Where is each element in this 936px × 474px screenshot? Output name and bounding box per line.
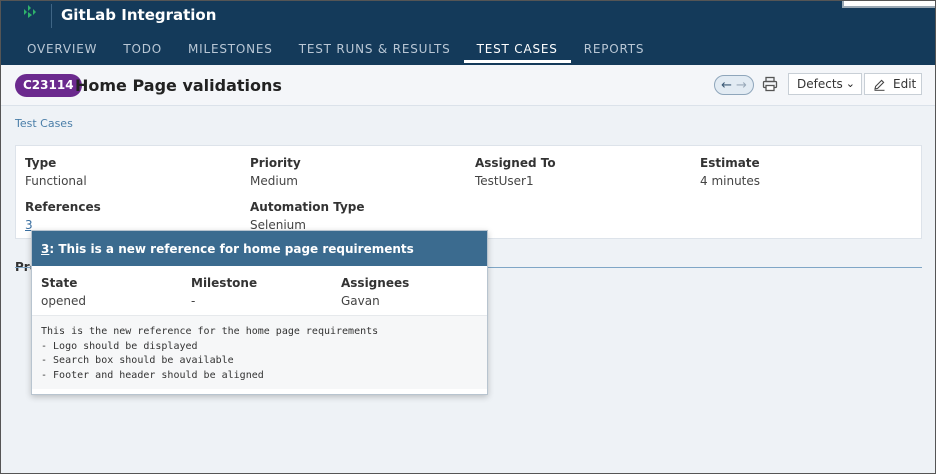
assignees-value: Gavan (341, 294, 380, 308)
tab-milestones[interactable]: MILESTONES (175, 36, 286, 65)
popover-title: 3: This is a new reference for home page… (41, 242, 414, 256)
assigned-to-value: TestUser1 (475, 174, 534, 188)
type-value: Functional (25, 174, 87, 188)
assignees-label: Assignees (341, 276, 410, 290)
tab-test-runs-results[interactable]: TEST RUNS & RESULTS (286, 36, 464, 65)
brand-divider (51, 4, 52, 28)
defects-dropdown[interactable]: Defects ⌄ (788, 73, 862, 95)
pencil-icon (874, 79, 885, 91)
description-line: This is the new reference for the home p… (41, 326, 379, 337)
automation-type-label: Automation Type (250, 200, 365, 214)
references-label: References (25, 200, 101, 214)
type-label: Type (25, 156, 57, 170)
milestone-label: Milestone (191, 276, 258, 290)
case-details-card: Type Functional Priority Medium Assigned… (15, 145, 922, 239)
estimate-label: Estimate (700, 156, 760, 170)
description-line: - Search box should be available (41, 355, 234, 366)
priority-value: Medium (250, 174, 298, 188)
main-nav: OVERVIEW TODO MILESTONES TEST RUNS & RES… (14, 36, 657, 65)
edit-label: Edit (893, 77, 917, 91)
assigned-to-label: Assigned To (475, 156, 556, 170)
testrail-logo-icon[interactable] (18, 4, 42, 24)
top-header: GitLab Integration OVERVIEW TODO MILESTO… (0, 0, 936, 65)
case-title-bar: C23114 Home Page validations ← → Defects… (0, 65, 936, 106)
description-line: - Footer and header should be aligned (41, 369, 264, 381)
tab-overview[interactable]: OVERVIEW (14, 36, 110, 65)
state-label: State (41, 276, 78, 290)
page-title: Home Page validations (75, 76, 282, 95)
popover-description: This is the new reference for the home p… (32, 315, 487, 389)
arrow-right-icon[interactable]: → (736, 79, 747, 92)
arrow-left-icon[interactable]: ← (721, 79, 732, 92)
tab-todo[interactable]: TODO (110, 36, 175, 65)
chevron-down-icon: ⌄ (845, 77, 855, 90)
case-navigation: ← → (714, 75, 754, 95)
reference-popover: 3: This is a new reference for home page… (31, 230, 488, 395)
breadcrumb[interactable]: Test Cases (15, 117, 73, 130)
printer-icon[interactable] (762, 76, 778, 92)
defects-label: Defects (797, 77, 843, 91)
header-search-corner[interactable] (842, 0, 936, 8)
tab-test-cases[interactable]: TEST CASES (463, 36, 571, 65)
edit-button[interactable]: Edit (864, 73, 922, 95)
state-value: opened (41, 294, 86, 308)
tab-reports[interactable]: REPORTS (571, 36, 658, 65)
description-line: - Logo should be displayed (41, 340, 198, 352)
popover-title-text: : This is a new reference for home page … (49, 242, 414, 256)
project-title: GitLab Integration (61, 6, 217, 24)
popover-header: 3: This is a new reference for home page… (32, 231, 487, 266)
case-id-badge: C23114 (15, 74, 82, 97)
milestone-value: - (191, 294, 196, 308)
priority-label: Priority (250, 156, 301, 170)
estimate-value: 4 minutes (700, 174, 761, 188)
popover-meta: State opened Milestone - Assignees Gavan (32, 266, 487, 315)
